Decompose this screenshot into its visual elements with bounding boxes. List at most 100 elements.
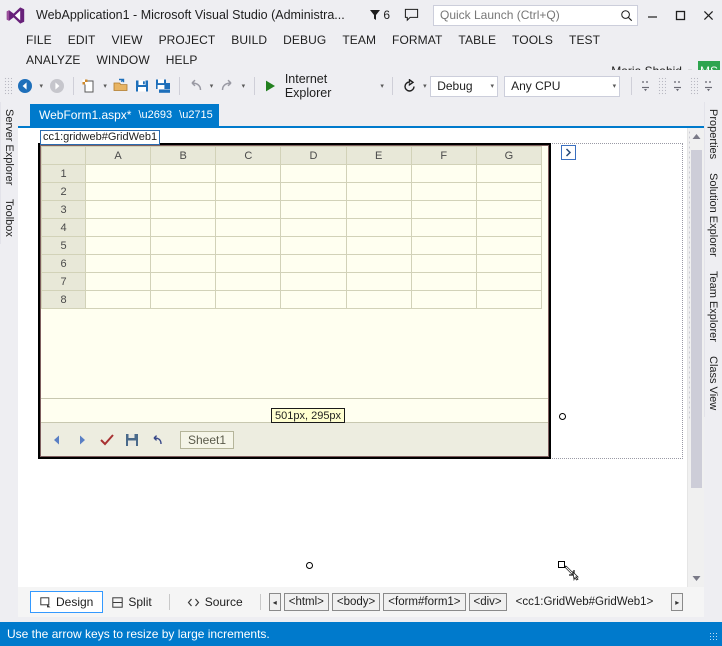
platform-combo[interactable]: Any CPU ▾ bbox=[504, 75, 621, 97]
redo-button[interactable] bbox=[217, 74, 238, 98]
menu-window[interactable]: WINDOW bbox=[97, 53, 150, 67]
configuration-combo[interactable]: Debug ▾ bbox=[430, 75, 499, 97]
cell-g6[interactable] bbox=[475, 254, 543, 273]
new-item-button[interactable] bbox=[79, 74, 100, 98]
tab-source-view[interactable]: Source bbox=[178, 591, 252, 613]
menu-analyze[interactable]: ANALYZE bbox=[26, 53, 81, 67]
chevron-down-icon[interactable]: ▾ bbox=[481, 82, 495, 90]
save-all-button[interactable] bbox=[153, 74, 174, 98]
row-header-7[interactable]: 7 bbox=[41, 272, 86, 291]
refresh-button[interactable] bbox=[398, 74, 419, 98]
refresh-dropdown[interactable]: ▾ bbox=[420, 74, 431, 98]
row-header-2[interactable]: 2 bbox=[41, 182, 86, 201]
cell-g8[interactable] bbox=[475, 290, 543, 309]
start-debugging-button[interactable] bbox=[260, 74, 281, 98]
column-header-c[interactable]: C bbox=[215, 146, 282, 165]
row-header-3[interactable]: 3 bbox=[41, 200, 86, 219]
scrollbar-thumb[interactable] bbox=[691, 150, 702, 488]
sheet-tab-sheet1[interactable]: Sheet1 bbox=[180, 430, 235, 449]
breadcrumb-body[interactable]: <body> bbox=[331, 593, 381, 611]
row-header-6[interactable]: 6 bbox=[41, 254, 86, 273]
resize-handle-middle-right[interactable] bbox=[559, 413, 566, 420]
chevron-down-icon[interactable]: ▾ bbox=[603, 82, 617, 90]
open-file-button[interactable] bbox=[110, 74, 131, 98]
tab-webform1-aspx[interactable]: WebForm1.aspx* \u2693 \u2715 bbox=[30, 104, 219, 126]
cell-d8[interactable] bbox=[280, 290, 347, 309]
cell-a3[interactable] bbox=[84, 200, 152, 219]
breadcrumb-form[interactable]: <form#form1> bbox=[383, 593, 466, 611]
undo-button[interactable] bbox=[185, 74, 206, 98]
debug-target-dropdown[interactable]: ▾ bbox=[377, 74, 388, 98]
menu-tools[interactable]: TOOLS bbox=[512, 33, 553, 47]
row-header-8[interactable]: 8 bbox=[41, 290, 86, 309]
cell-e8[interactable] bbox=[345, 290, 412, 309]
spreadsheet-grid[interactable]: A B C D E F G 1 2 3 4 5 6 7 8 bbox=[41, 146, 543, 309]
sidebar-item-solution-explorer[interactable]: Solution Explorer bbox=[704, 166, 721, 264]
cell-d5[interactable] bbox=[280, 236, 347, 255]
new-item-dropdown[interactable]: ▾ bbox=[100, 74, 111, 98]
cell-a8[interactable] bbox=[84, 290, 152, 309]
cell-b2[interactable] bbox=[150, 182, 217, 201]
save-button[interactable] bbox=[132, 74, 153, 98]
menu-format[interactable]: FORMAT bbox=[392, 33, 442, 47]
column-header-f[interactable]: F bbox=[410, 146, 477, 165]
cell-c3[interactable] bbox=[215, 200, 282, 219]
cell-b4[interactable] bbox=[150, 218, 217, 237]
menu-project[interactable]: PROJECT bbox=[159, 33, 216, 47]
align-button-2[interactable] bbox=[669, 74, 690, 98]
tab-design-view[interactable]: Design bbox=[30, 591, 104, 613]
cell-g4[interactable] bbox=[475, 218, 543, 237]
menu-debug[interactable]: DEBUG bbox=[283, 33, 326, 47]
menu-help[interactable]: HELP bbox=[166, 53, 198, 67]
cell-a5[interactable] bbox=[84, 236, 152, 255]
cell-c2[interactable] bbox=[215, 182, 282, 201]
menu-edit[interactable]: EDIT bbox=[68, 33, 96, 47]
undo-dropdown[interactable]: ▾ bbox=[206, 74, 217, 98]
previous-sheet-button[interactable] bbox=[49, 432, 65, 448]
cell-e3[interactable] bbox=[345, 200, 412, 219]
cell-d6[interactable] bbox=[280, 254, 347, 273]
cell-d4[interactable] bbox=[280, 218, 347, 237]
cell-d3[interactable] bbox=[280, 200, 347, 219]
cell-e5[interactable] bbox=[345, 236, 412, 255]
scroll-down-button[interactable] bbox=[688, 570, 705, 587]
breadcrumb-html[interactable]: <html> bbox=[283, 593, 329, 611]
close-icon[interactable]: \u2715 bbox=[179, 109, 213, 121]
row-header-4[interactable]: 4 bbox=[41, 218, 86, 237]
cell-g7[interactable] bbox=[475, 272, 543, 291]
sidebar-item-team-explorer[interactable]: Team Explorer bbox=[704, 263, 721, 349]
submit-button[interactable] bbox=[99, 432, 115, 448]
cell-b7[interactable] bbox=[150, 272, 217, 291]
align-button-3[interactable] bbox=[701, 74, 722, 98]
sidebar-item-server-explorer[interactable]: Server Explorer bbox=[0, 102, 17, 193]
quick-launch-input[interactable] bbox=[440, 8, 620, 22]
cell-a6[interactable] bbox=[84, 254, 152, 273]
cell-f2[interactable] bbox=[410, 182, 477, 201]
sidebar-item-properties[interactable]: Properties bbox=[704, 102, 721, 167]
redo-dropdown[interactable]: ▾ bbox=[238, 74, 249, 98]
cell-f8[interactable] bbox=[410, 290, 477, 309]
select-all-corner[interactable] bbox=[41, 146, 86, 165]
cell-c7[interactable] bbox=[215, 272, 282, 291]
menu-table[interactable]: TABLE bbox=[458, 33, 496, 47]
tab-split-view[interactable]: Split bbox=[103, 591, 160, 613]
cell-d2[interactable] bbox=[280, 182, 347, 201]
cell-a2[interactable] bbox=[84, 182, 152, 201]
column-header-d[interactable]: D bbox=[280, 146, 347, 165]
cell-a7[interactable] bbox=[84, 272, 152, 291]
breadcrumb-gridweb[interactable]: <cc1:GridWeb#GridWeb1> bbox=[510, 593, 658, 611]
notifications-button[interactable]: 6 bbox=[369, 8, 390, 22]
cell-c4[interactable] bbox=[215, 218, 282, 237]
breadcrumb-scroll-left[interactable]: ◂ bbox=[268, 593, 281, 611]
cell-g2[interactable] bbox=[475, 182, 543, 201]
window-resize-grip[interactable] bbox=[709, 632, 719, 642]
cell-c5[interactable] bbox=[215, 236, 282, 255]
cell-d1[interactable] bbox=[280, 164, 347, 183]
cell-e2[interactable] bbox=[345, 182, 412, 201]
cell-b3[interactable] bbox=[150, 200, 217, 219]
navigate-back-button[interactable] bbox=[15, 74, 36, 98]
column-header-a[interactable]: A bbox=[84, 146, 152, 165]
menu-team[interactable]: TEAM bbox=[342, 33, 376, 47]
cell-b8[interactable] bbox=[150, 290, 217, 309]
cell-b1[interactable] bbox=[150, 164, 217, 183]
